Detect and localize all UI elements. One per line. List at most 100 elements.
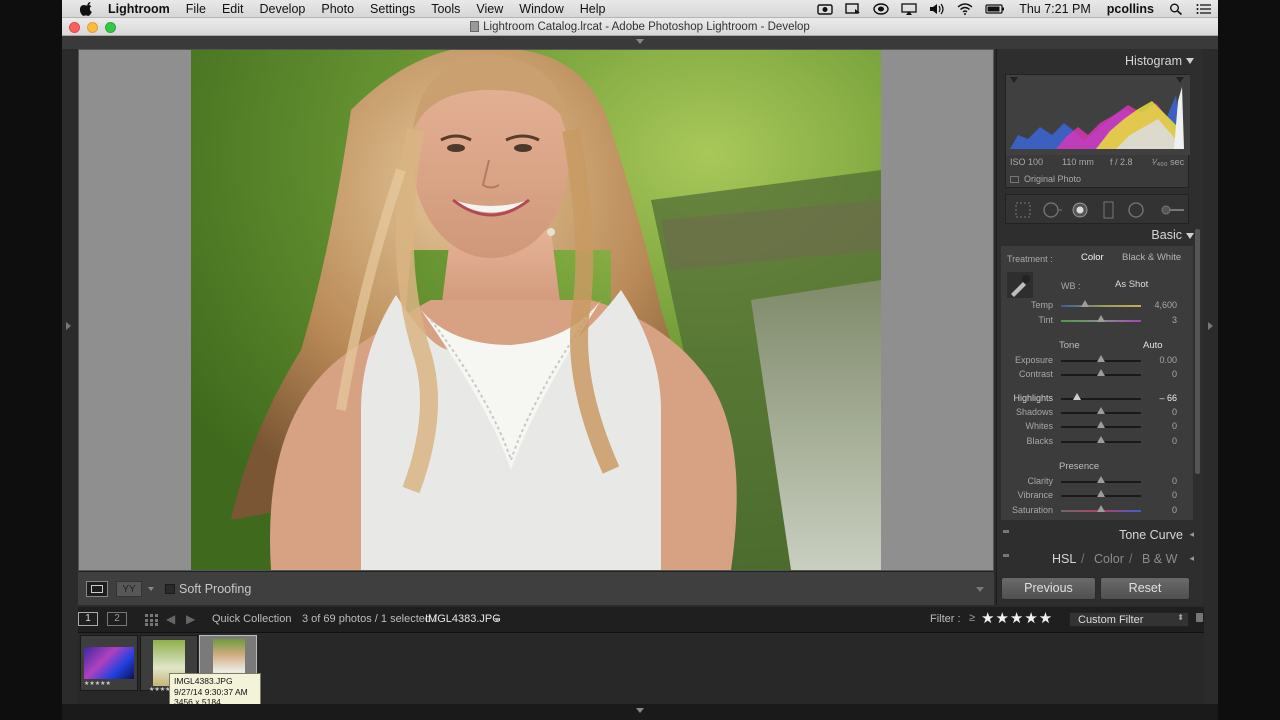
top-panel-toggle-icon[interactable] [636,39,644,44]
adjustment-brush-icon[interactable] [1161,205,1184,215]
soft-proofing-label[interactable]: Soft Proofing [179,582,251,596]
right-panel-scrollbar[interactable] [1195,229,1200,474]
filename-dropdown-icon[interactable] [494,618,500,622]
before-after-dropdown-icon[interactable] [148,587,154,591]
highlights-thumb[interactable] [1073,393,1081,400]
secondary-monitor-2-button[interactable]: 2 [107,612,127,626]
tint-slider[interactable]: Tint 3 [1001,313,1193,327]
exposure-value[interactable]: 0.00 [1147,355,1177,365]
treatment-color-option[interactable]: Color [1081,252,1104,263]
filter-lock-icon[interactable] [1196,613,1203,622]
bw-tab[interactable]: B & W [1142,552,1177,566]
vibrance-thumb[interactable] [1097,490,1105,497]
shadows-slider[interactable]: Shadows 0 [1001,405,1193,419]
histogram-header[interactable]: Histogram [1125,54,1182,68]
loupe-view-button[interactable] [86,581,108,597]
temp-slider[interactable]: Temp 4,600 [1001,298,1193,312]
left-panel-toggle-icon[interactable] [66,322,71,330]
filmstrip-thumbnail[interactable]: ★★★★★ [80,635,138,691]
image-canvas[interactable] [78,49,994,571]
clarity-slider[interactable]: Clarity 0 [1001,474,1193,488]
previous-button[interactable]: Previous [1001,577,1096,600]
vibrance-value[interactable]: 0 [1147,490,1177,500]
exposure-thumb[interactable] [1097,355,1105,362]
menu-file[interactable]: File [178,2,214,16]
reset-button[interactable]: Reset [1100,577,1190,600]
tone-curve-collapse-icon[interactable]: ◂ [1189,529,1194,540]
saturation-slider[interactable]: Saturation 0 [1001,503,1193,517]
filter-operator[interactable]: ≥ [969,612,975,624]
bottom-panel-toggle-strip[interactable] [62,704,1218,720]
white-balance-eyedropper-icon[interactable] [1007,272,1033,298]
histogram-collapse-icon[interactable] [1186,58,1194,64]
radial-filter-icon[interactable] [1128,202,1144,218]
back-arrow-icon[interactable]: ◀ [166,612,175,626]
menu-view[interactable]: View [468,2,511,16]
whites-slider[interactable]: Whites 0 [1001,419,1193,433]
top-panel-toggle-strip[interactable] [62,36,1218,49]
hsl-switch-icon[interactable] [1003,554,1009,557]
clarity-thumb[interactable] [1097,476,1105,483]
whites-thumb[interactable] [1097,421,1105,428]
filmstrip-source[interactable]: Quick Collection [212,613,291,625]
creative-cloud-icon[interactable] [873,2,889,15]
portrait-photo[interactable] [191,50,881,570]
notification-center-icon[interactable] [1196,3,1212,15]
shadows-value[interactable]: 0 [1147,407,1177,417]
wifi-icon[interactable] [957,2,973,15]
custom-filter-select[interactable]: Custom Filter ⬍ [1069,612,1189,627]
highlights-slider[interactable]: Highlights – 66 [1001,391,1193,405]
saturation-value[interactable]: 0 [1147,505,1177,515]
hsl-tab[interactable]: HSL [1052,552,1076,566]
filmstrip-filename[interactable]: IMGL4383.JPG [425,613,501,625]
exposure-slider[interactable]: Exposure 0.00 [1001,353,1193,367]
crop-tool-icon[interactable] [1015,202,1031,218]
treatment-bw-option[interactable]: Black & White [1122,252,1181,263]
menu-help[interactable]: Help [572,2,614,16]
graduated-filter-icon[interactable] [1103,201,1114,219]
clarity-value[interactable]: 0 [1147,476,1177,486]
whites-value[interactable]: 0 [1147,421,1177,431]
tint-thumb[interactable] [1097,315,1105,322]
close-window-button[interactable] [69,22,80,33]
original-photo-label[interactable]: Original Photo [1024,174,1081,184]
forward-arrow-icon[interactable]: ▶ [186,612,195,626]
contrast-slider[interactable]: Contrast 0 [1001,367,1193,381]
menubar-clock[interactable]: Thu 7:21 PM [1011,2,1099,16]
hsl-collapse-icon[interactable]: ◂ [1189,553,1194,564]
zoom-window-button[interactable] [105,22,116,33]
tone-curve-header[interactable]: Tone Curve [1119,528,1183,542]
bottom-panel-toggle-icon[interactable] [636,708,644,713]
basic-collapse-icon[interactable] [1186,233,1194,239]
before-after-view-button[interactable]: YY [116,581,142,597]
volume-icon[interactable] [929,3,945,15]
temp-thumb[interactable] [1081,300,1089,307]
blacks-thumb[interactable] [1097,436,1105,443]
highlights-value[interactable]: – 66 [1147,393,1177,403]
original-photo-checkbox[interactable] [1010,176,1019,183]
auto-tone-button[interactable]: Auto [1143,340,1163,351]
basic-header[interactable]: Basic [1151,228,1182,242]
saturation-thumb[interactable] [1097,505,1105,512]
toolbar-options-icon[interactable] [976,587,984,592]
histogram-box[interactable]: ISO 100 110 mm f / 2.8 ¹⁄₄₀₀ sec Origina… [1005,74,1190,188]
contrast-value[interactable]: 0 [1147,369,1177,379]
menu-window[interactable]: Window [511,2,571,16]
camera-icon[interactable] [817,3,833,15]
red-eye-icon[interactable] [1072,202,1088,218]
battery-icon[interactable] [985,3,1005,15]
tone-curve-panel-toggle[interactable]: Tone Curve ◂ [997,524,1203,546]
contrast-thumb[interactable] [1097,369,1105,376]
tone-curve-switch-icon[interactable] [1003,530,1009,533]
hsl-panel-toggle[interactable]: HSL / Color / B & W ◂ [997,548,1203,570]
menu-tools[interactable]: Tools [423,2,468,16]
blacks-slider[interactable]: Blacks 0 [1001,434,1193,448]
menubar-user[interactable]: pcollins [1099,2,1162,16]
soft-proofing-checkbox[interactable] [165,584,175,594]
menu-app-lightroom[interactable]: Lightroom [100,2,178,16]
color-tab[interactable]: Color [1094,552,1124,566]
temp-value[interactable]: 4,600 [1147,300,1177,310]
screen-record-icon[interactable] [845,2,861,15]
minimize-window-button[interactable] [87,22,98,33]
secondary-monitor-1-button[interactable]: 1 [78,612,98,626]
